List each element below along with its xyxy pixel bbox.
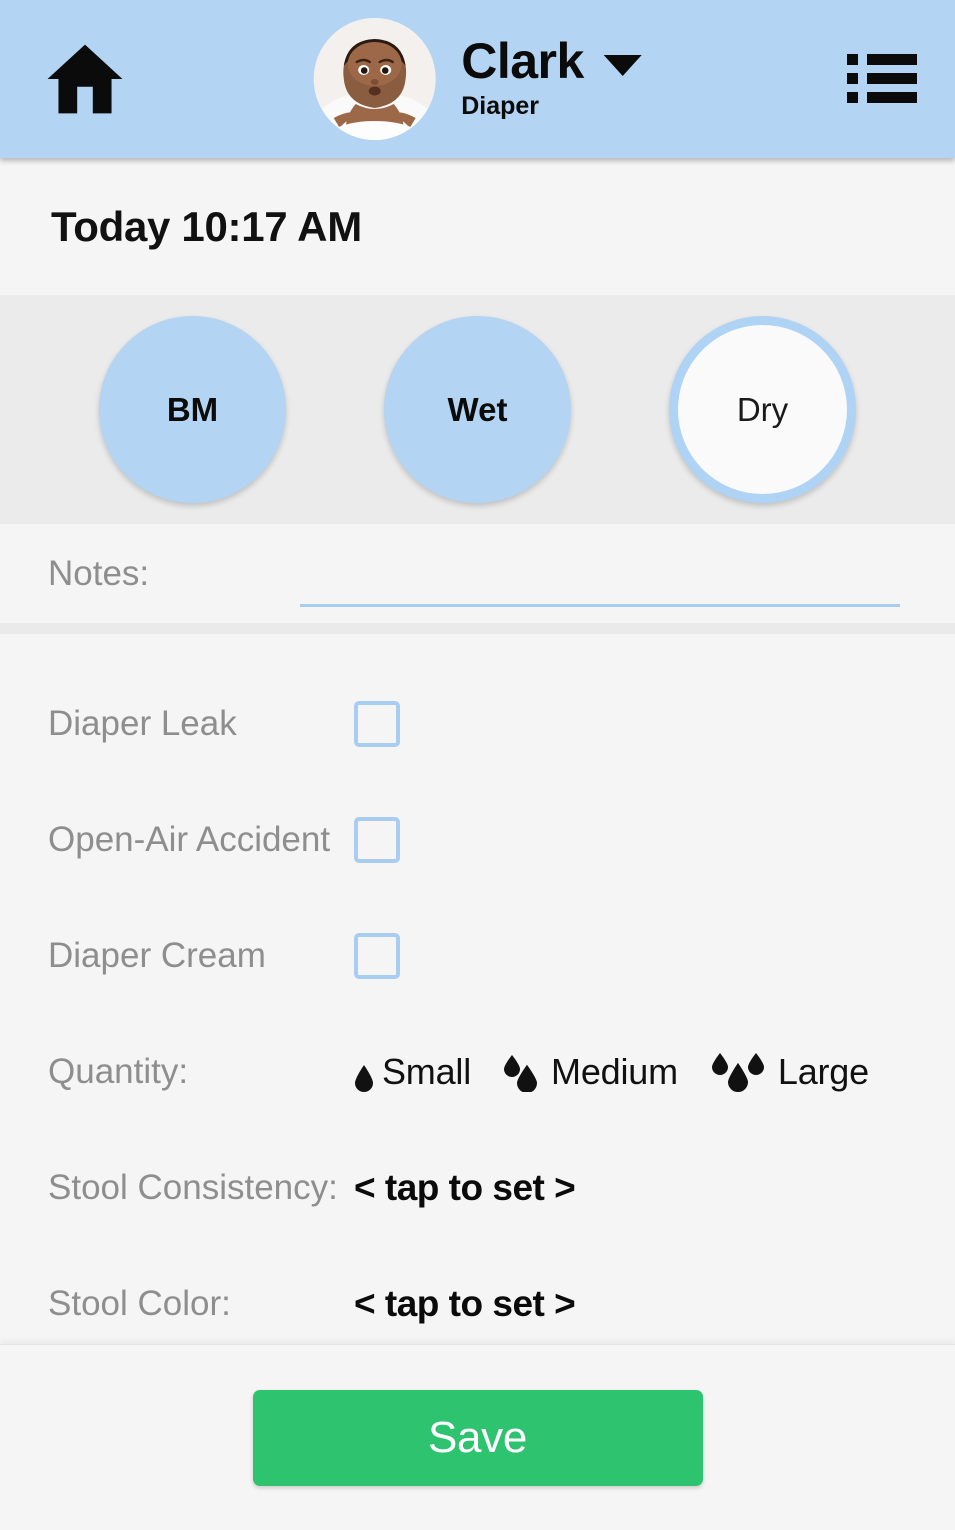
baby-name: Clark bbox=[461, 32, 584, 89]
timestamp-row[interactable]: Today 10:17 AM bbox=[0, 158, 955, 295]
quantity-label: Quantity: bbox=[48, 1051, 189, 1091]
chevron-down-icon[interactable] bbox=[603, 54, 642, 76]
open-air-accident-label: Open-Air Accident bbox=[48, 819, 331, 859]
drop-icon-single bbox=[354, 1052, 374, 1092]
stool-consistency-label: Stool Consistency: bbox=[48, 1167, 338, 1207]
entry-timestamp[interactable]: Today 10:17 AM bbox=[51, 203, 362, 251]
quantity-option-medium[interactable]: Medium bbox=[501, 1051, 678, 1093]
status-option-dry-label: Dry bbox=[736, 390, 789, 428]
quantity-option-medium-label: Medium bbox=[551, 1051, 678, 1092]
home-button[interactable] bbox=[42, 39, 128, 119]
stool-color-label: Stool Color: bbox=[48, 1283, 231, 1323]
status-option-bm-label: BM bbox=[166, 390, 219, 428]
avatar[interactable] bbox=[313, 18, 436, 140]
baby-name-row: Clark bbox=[461, 35, 642, 88]
save-button[interactable]: Save bbox=[252, 1389, 703, 1486]
status-option-wet[interactable]: Wet bbox=[384, 316, 571, 503]
quantity-option-small-label: Small bbox=[382, 1051, 472, 1092]
baby-selector[interactable]: Clark Diaper bbox=[313, 1, 642, 157]
diaper-entry-screen: Clark Diaper Today 10:17 AM BM Wet Dry N… bbox=[0, 0, 955, 1530]
status-option-wet-label: Wet bbox=[447, 390, 508, 428]
app-header: Clark Diaper bbox=[0, 0, 955, 158]
diaper-leak-checkbox[interactable] bbox=[354, 701, 400, 747]
diaper-cream-checkbox[interactable] bbox=[354, 933, 400, 979]
quantity-option-large-label: Large bbox=[777, 1051, 869, 1092]
quantity-option-small[interactable]: Small bbox=[354, 1051, 471, 1093]
status-option-bm[interactable]: BM bbox=[99, 316, 286, 503]
stool-color-value[interactable]: < tap to set > bbox=[354, 1283, 576, 1325]
quantity-option-large[interactable]: Large bbox=[708, 1051, 869, 1093]
drop-icon-double bbox=[501, 1052, 543, 1092]
form-fields: Diaper Leak Open-Air Accident Diaper Cre… bbox=[0, 634, 955, 1344]
status-options-band: BM Wet Dry bbox=[0, 295, 955, 524]
row-stool-consistency[interactable]: Stool Consistency: < tap to set > bbox=[0, 1130, 955, 1246]
page-subtitle: Diaper bbox=[461, 92, 540, 121]
home-icon bbox=[46, 43, 124, 115]
row-diaper-cream[interactable]: Diaper Cream bbox=[0, 898, 955, 1014]
row-stool-color[interactable]: Stool Color: < tap to set > bbox=[0, 1246, 955, 1344]
footer-bar: Save bbox=[0, 1344, 955, 1530]
baby-title-text: Clark Diaper bbox=[461, 35, 642, 124]
list-menu-icon bbox=[847, 51, 917, 107]
open-air-accident-checkbox[interactable] bbox=[354, 817, 400, 863]
quantity-options: Small Medium Large bbox=[354, 1051, 869, 1093]
menu-button[interactable] bbox=[842, 47, 922, 111]
row-quantity: Quantity: Small Medium Large bbox=[0, 1014, 955, 1130]
stool-consistency-value[interactable]: < tap to set > bbox=[354, 1167, 576, 1209]
diaper-cream-label: Diaper Cream bbox=[48, 935, 266, 975]
diaper-leak-label: Diaper Leak bbox=[48, 703, 237, 743]
row-open-air-accident[interactable]: Open-Air Accident bbox=[0, 782, 955, 898]
notes-label: Notes: bbox=[48, 553, 150, 593]
notes-row: Notes: bbox=[0, 524, 955, 634]
status-option-dry[interactable]: Dry bbox=[669, 316, 856, 503]
notes-input[interactable] bbox=[300, 553, 900, 607]
row-diaper-leak[interactable]: Diaper Leak bbox=[0, 666, 955, 782]
drop-icon-triple bbox=[708, 1052, 770, 1092]
